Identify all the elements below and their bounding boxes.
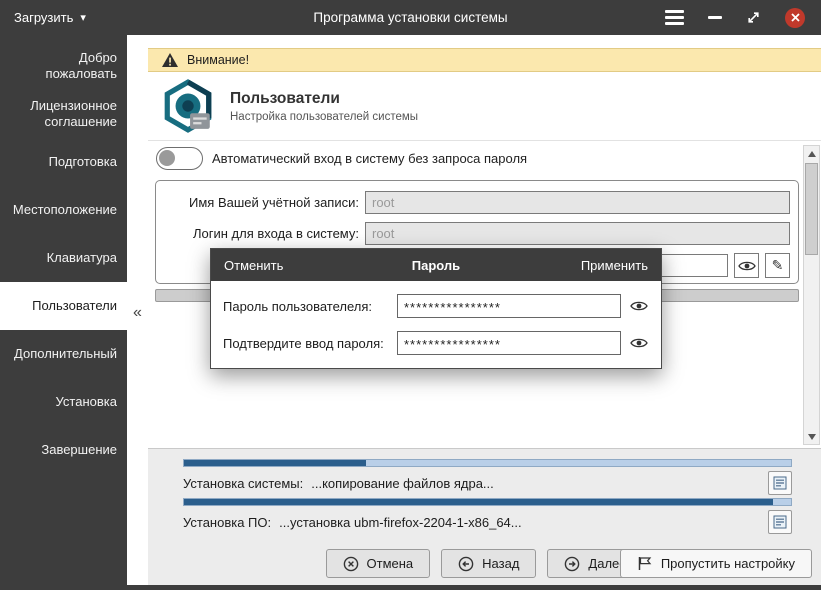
sidebar-item-preparation[interactable]: Подготовка	[0, 138, 127, 186]
login-row: Логин для входа в систему:	[164, 222, 790, 245]
footer-buttons: Отмена Назад Далее Пропустить настройку	[148, 549, 821, 579]
back-arrow-icon	[458, 556, 474, 572]
sidebar: Добро пожаловать Лицензионное соглашение…	[0, 35, 127, 590]
account-name-label: Имя Вашей учётной записи:	[164, 195, 359, 210]
dialog-show-confirm-button[interactable]	[627, 331, 651, 355]
dialog-password-row: Пароль пользователеля:	[223, 294, 651, 318]
page-header: Пользователи Настройка пользователей сис…	[148, 72, 821, 141]
sidebar-item-users[interactable]: Пользователи	[0, 282, 127, 330]
window-controls	[665, 8, 821, 28]
maximize-icon[interactable]	[746, 10, 761, 25]
software-progress-fill	[184, 499, 773, 505]
sidebar-item-installation[interactable]: Установка	[0, 378, 127, 426]
dialog-apply-button[interactable]: Применить	[581, 258, 648, 273]
sidebar-item-additional[interactable]: Дополнительный	[0, 330, 127, 378]
login-input[interactable]	[365, 222, 790, 245]
scrollbar-thumb[interactable]	[805, 163, 818, 255]
skip-flag-icon	[637, 556, 653, 571]
sidebar-item-keyboard[interactable]: Клавиатура	[0, 234, 127, 282]
chevron-down-icon: ▾	[80, 11, 86, 24]
warning-label: Внимание!	[187, 53, 249, 67]
close-icon[interactable]	[785, 8, 805, 28]
dialog-password-input[interactable]	[397, 294, 621, 318]
system-progress-status: ...копирование файлов ядра...	[311, 476, 494, 491]
window-bottom-frame	[127, 585, 821, 590]
toggle-knob	[159, 150, 175, 166]
system-progress-row: Установка системы: ...копирование файлов…	[183, 471, 792, 495]
back-button-label: Назад	[482, 556, 519, 571]
warning-icon	[162, 53, 178, 67]
show-password-button[interactable]	[734, 253, 759, 278]
main-panel: Внимание! Пользователи Настройка пользов…	[148, 35, 821, 590]
eye-icon	[738, 260, 756, 272]
skip-button-label: Пропустить настройку	[661, 556, 795, 571]
collapse-chevron-icon: «	[133, 304, 142, 322]
footer: Установка системы: ...копирование файлов…	[148, 448, 821, 590]
sidebar-item-license[interactable]: Лицензионное соглашение	[0, 90, 127, 138]
dialog-confirm-label: Подтвердите ввод пароля:	[223, 336, 391, 351]
software-progress-status: ...установка ubm-firefox-2204-1-x86_64..…	[279, 515, 522, 530]
system-progress-fill	[184, 460, 366, 466]
load-button-label: Загрузить	[14, 10, 73, 25]
log-icon	[773, 476, 787, 490]
sidebar-item-location[interactable]: Местоположение	[0, 186, 127, 234]
log-icon	[773, 515, 787, 529]
password-dialog: Отменить Пароль Применить Пароль пользов…	[210, 248, 662, 369]
software-progress-row: Установка ПО: ...установка ubm-firefox-2…	[183, 510, 792, 534]
menu-icon[interactable]	[665, 10, 684, 25]
password-dialog-header: Отменить Пароль Применить	[211, 249, 661, 281]
software-log-button[interactable]	[768, 510, 792, 534]
sidebar-item-completion[interactable]: Завершение	[0, 426, 127, 474]
software-progress-label: Установка ПО:	[183, 515, 271, 530]
minimize-icon[interactable]	[708, 16, 722, 19]
dialog-password-label: Пароль пользователеля:	[223, 299, 391, 314]
vertical-scrollbar[interactable]	[803, 145, 820, 445]
cancel-button-label: Отмена	[367, 556, 414, 571]
titlebar: Загрузить ▾ Программа установки системы	[0, 0, 821, 35]
skip-setup-button[interactable]: Пропустить настройку	[620, 549, 812, 578]
system-progress-label: Установка системы:	[183, 476, 303, 491]
account-name-input[interactable]	[365, 191, 790, 214]
dialog-confirm-row: Подтвердите ввод пароля:	[223, 331, 651, 355]
autologin-toggle[interactable]	[156, 147, 203, 170]
page-header-text: Пользователи Настройка пользователей сис…	[230, 90, 418, 123]
edit-password-button[interactable]: ✎	[765, 253, 790, 278]
autologin-row: Автоматический вход в систему без запрос…	[156, 147, 527, 170]
dialog-show-password-button[interactable]	[627, 294, 651, 318]
back-button[interactable]: Назад	[441, 549, 536, 578]
warning-banner: Внимание!	[148, 48, 821, 72]
sidebar-item-welcome[interactable]: Добро пожаловать	[0, 42, 127, 90]
sidebar-collapse-button[interactable]: «	[127, 35, 148, 590]
installer-window: Загрузить ▾ Программа установки системы …	[0, 0, 821, 590]
cancel-button[interactable]: Отмена	[326, 549, 431, 578]
system-log-button[interactable]	[768, 471, 792, 495]
load-button[interactable]: Загрузить ▾	[0, 0, 100, 35]
autologin-label: Автоматический вход в систему без запрос…	[212, 151, 527, 166]
eye-icon	[630, 337, 648, 349]
next-arrow-icon	[564, 556, 580, 572]
account-name-row: Имя Вашей учётной записи:	[164, 191, 790, 214]
software-progress-bar	[183, 498, 792, 506]
scroll-down-arrow[interactable]	[804, 429, 819, 444]
eye-icon	[630, 300, 648, 312]
page-subtitle: Настройка пользователей системы	[230, 111, 418, 123]
page-title: Пользователи	[230, 90, 418, 108]
pencil-icon: ✎	[772, 257, 784, 274]
scroll-up-arrow[interactable]	[804, 146, 819, 161]
cancel-circle-icon	[343, 556, 359, 572]
dialog-cancel-button[interactable]: Отменить	[224, 258, 283, 273]
login-label: Логин для входа в систему:	[164, 226, 359, 241]
users-module-logo	[160, 78, 216, 134]
dialog-confirm-input[interactable]	[397, 331, 621, 355]
system-progress-bar	[183, 459, 792, 467]
